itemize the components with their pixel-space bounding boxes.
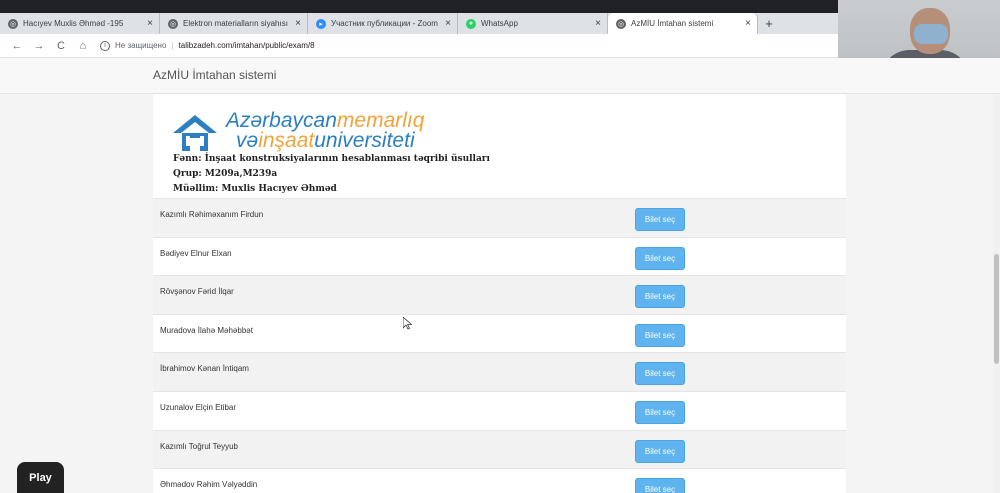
table-row: Əhmədov Rəhim Vəlyəddin Bilet seç <box>153 468 846 493</box>
university-logo: Azərbaycanmemarlıq vəinşaatuniversiteti <box>171 110 441 156</box>
logo-wordmark: Azərbaycanmemarlıq vəinşaatuniversiteti <box>226 109 425 152</box>
select-ticket-button[interactable]: Bilet seç <box>635 323 685 347</box>
page-scrollbar[interactable] <box>993 94 1000 493</box>
web-page: AzMİU İmtahan sistemi Azərbaycanmemarlıq… <box>0 58 1000 493</box>
globe-icon: ◎ <box>168 18 178 29</box>
student-name: İbrahimov Kənan İntiqam <box>160 364 249 374</box>
table-row: Muradova İlahə Məhəbbət Bilet seç <box>153 313 846 353</box>
tab-muxlis[interactable]: ◎ Hacıyev Muxlis Əhməd -195 × <box>0 13 160 34</box>
student-name: Rövşənov Fərid İlqar <box>160 287 234 297</box>
group-line: Qrup: M209a,M239a <box>173 169 278 179</box>
tab-elektron[interactable]: ◎ Elektron materialların siyahısı × <box>160 13 308 34</box>
student-name: Kazımlı Rəhiməxanım Firdun <box>160 210 264 219</box>
whatsapp-icon: ● <box>466 18 476 29</box>
student-list: Kazımlı Rəhiməxanım Firdun Bilet seç Bəd… <box>153 198 846 493</box>
teacher-line: Müəllim: Muxlis Hacıyev Əhməd <box>173 184 337 194</box>
student-name: Bədiyev Elnur Elxan <box>160 248 232 258</box>
reload-icon[interactable]: C <box>52 40 70 52</box>
close-icon[interactable]: × <box>595 18 601 29</box>
globe-icon: ◎ <box>616 18 626 29</box>
tab-azmiu[interactable]: ◎ AzMİU İmtahan sistemi × <box>608 13 758 34</box>
forward-arrow-icon[interactable]: → <box>30 40 48 52</box>
tab-title: Elektron materialların siyahısı <box>183 19 288 28</box>
close-icon[interactable]: × <box>445 18 451 29</box>
address-bar: ← → C ⌂ i Не защищено | talibzadeh.com/i… <box>0 34 838 58</box>
back-arrow-icon[interactable]: ← <box>8 40 26 52</box>
select-ticket-button[interactable]: Bilet seç <box>635 208 685 231</box>
student-name: Uzunalov Elçin Etibar <box>160 402 237 412</box>
table-row: Bədiyev Elnur Elxan Bilet seç <box>153 236 846 276</box>
student-name: Əhmədov Rəhim Vəlyəddin <box>160 480 258 490</box>
info-icon[interactable]: i <box>100 40 110 51</box>
security-status: Не защищено <box>115 41 167 50</box>
tab-list: ◎ Hacıyev Muxlis Əhməd -195 × ◎ Elektron… <box>0 13 838 34</box>
close-icon[interactable]: × <box>147 18 153 29</box>
zoom-icon: ▸ <box>316 18 326 29</box>
tab-title: Hacıyev Muxlis Əhməd -195 <box>23 19 124 28</box>
scrollbar-thumb[interactable] <box>994 254 999 364</box>
table-row: Uzunalov Elçin Etibar Bilet seç <box>153 390 846 430</box>
table-row: Kazımlı Toğrul Teyyub Bilet seç <box>153 429 846 469</box>
globe-icon: ◎ <box>8 18 18 29</box>
close-icon[interactable]: × <box>295 18 301 29</box>
divider: | <box>171 41 174 50</box>
close-icon[interactable]: × <box>745 18 751 29</box>
select-ticket-button[interactable]: Bilet seç <box>635 439 685 463</box>
select-ticket-button[interactable]: Bilet seç <box>635 246 685 270</box>
screen: ◎ Hacıyev Muxlis Əhməd -195 × ◎ Elektron… <box>0 0 1000 493</box>
table-row: Kazımlı Rəhiməxanım Firdun Bilet seç <box>153 198 846 237</box>
face-mask <box>914 24 948 44</box>
table-row: İbrahimov Kənan İntiqam Bilet seç <box>153 352 846 391</box>
select-ticket-button[interactable]: Bilet seç <box>635 478 685 493</box>
tab-title: WhatsApp <box>481 19 518 28</box>
home-icon[interactable]: ⌂ <box>74 40 92 52</box>
main-container: Azərbaycanmemarlıq vəinşaatuniversiteti … <box>153 94 846 493</box>
student-name: Muradova İlahə Məhəbbət <box>160 325 253 335</box>
url-field[interactable]: i Не защищено | talibzadeh.com/imtahan/p… <box>100 37 838 55</box>
select-ticket-button[interactable]: Bilet seç <box>635 362 685 386</box>
select-ticket-button[interactable]: Bilet seç <box>635 285 685 309</box>
select-ticket-button[interactable]: Bilet seç <box>635 400 685 424</box>
url-text: talibzadeh.com/imtahan/public/exam/8 <box>178 41 315 50</box>
tab-whatsapp[interactable]: ● WhatsApp × <box>458 13 608 34</box>
play-button[interactable]: Play <box>17 462 64 493</box>
mouse-pointer-icon <box>403 317 412 330</box>
table-row: Rövşənov Fərid İlqar Bilet seç <box>153 275 846 314</box>
subject-line: Fənn: İnşaat konstruksiyalarının hesabla… <box>173 154 490 164</box>
student-name: Kazımlı Toğrul Teyyub <box>160 441 238 451</box>
tab-title: Участник публикации - Zoom <box>331 19 438 28</box>
site-navbar: AzMİU İmtahan sistemi <box>0 58 1000 94</box>
tab-zoom[interactable]: ▸ Участник публикации - Zoom × <box>308 13 458 34</box>
house-logo-icon <box>173 115 217 151</box>
new-tab-button[interactable]: + <box>758 13 780 34</box>
tab-title: AzMİU İmtahan sistemi <box>631 19 714 28</box>
site-brand-link[interactable]: AzMİU İmtahan sistemi <box>153 68 276 82</box>
